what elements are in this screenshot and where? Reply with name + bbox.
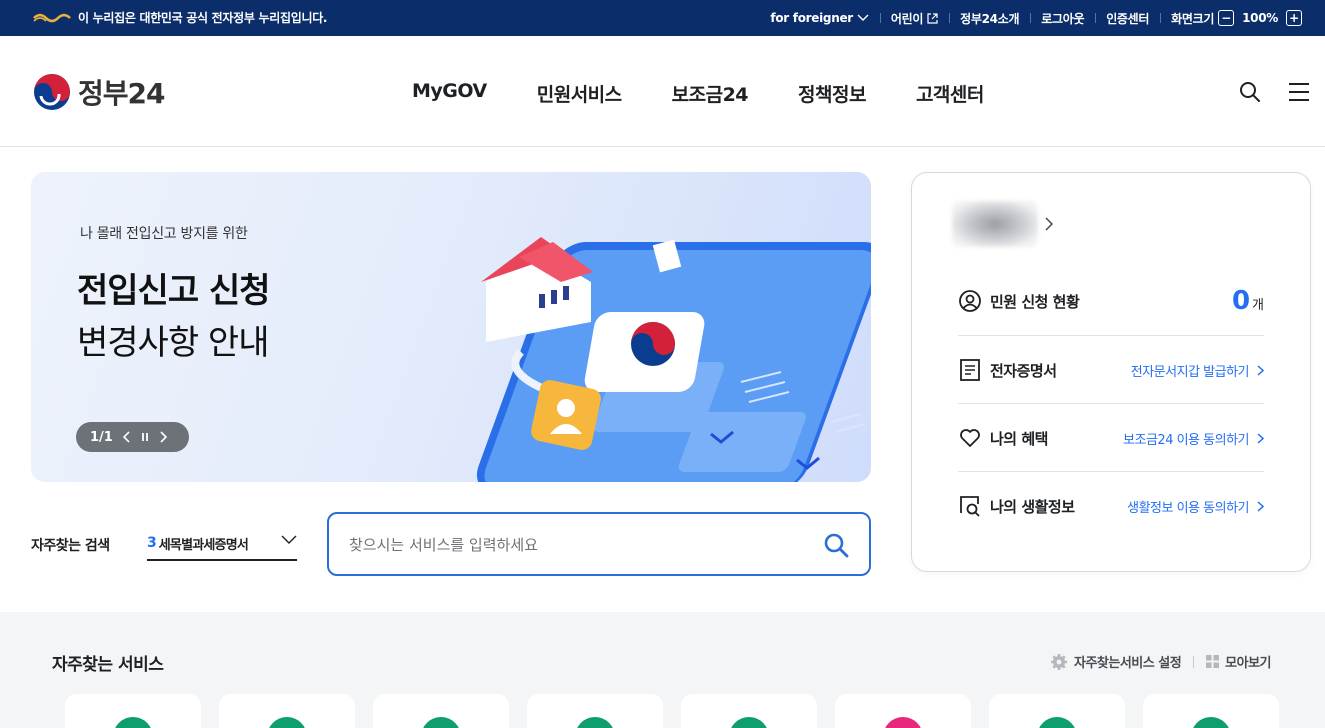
my-benefits-label: 나의 혜택: [990, 429, 1048, 448]
prev-slide-button[interactable]: [122, 431, 131, 443]
next-slide-button[interactable]: [159, 431, 167, 443]
hero-pager-count: 1/1: [90, 429, 113, 445]
chevron-right-icon: [1257, 364, 1264, 376]
service-icon: [883, 717, 923, 728]
menu-icon[interactable]: [1287, 80, 1311, 104]
service-tile[interactable]: [681, 694, 817, 728]
for-foreigner-link[interactable]: for foreigner: [759, 11, 880, 25]
service-tile[interactable]: [527, 694, 663, 728]
cert-center-link[interactable]: 인증센터: [1095, 10, 1160, 27]
search-document-icon: [960, 496, 980, 517]
about-link[interactable]: 정부24소개: [949, 10, 1030, 27]
chevron-left-icon: [122, 431, 130, 443]
grid-icon: [1206, 655, 1220, 668]
service-search-input[interactable]: [349, 532, 809, 558]
heart-icon: [960, 429, 980, 447]
zoom-out-button[interactable]: −: [1218, 10, 1235, 26]
service-tile[interactable]: [835, 694, 971, 728]
search-submit-icon[interactable]: [823, 532, 849, 558]
gear-icon: [1050, 653, 1067, 670]
hero-banner[interactable]: 나 몰래 전입신고 방지를 위한 전입신고 신청 변경사항 안내 1/1: [31, 172, 871, 482]
utility-links: for foreigner 어린이 정부24소개 로그아웃 인증센터 화면크기 …: [759, 0, 1313, 36]
taegeuk-logo-icon: [34, 74, 70, 110]
nav-policy-info[interactable]: 정책정보: [798, 80, 866, 107]
hero-pager: 1/1: [76, 422, 189, 452]
frequent-services-title: 자주찾는 서비스: [52, 655, 164, 675]
service-icon: [421, 717, 461, 728]
user-name-link[interactable]: [952, 201, 1054, 247]
chevron-right-icon: [160, 431, 167, 443]
pause-icon: [141, 433, 148, 441]
service-tile[interactable]: [65, 694, 201, 728]
frequent-search-label: 자주찾는 검색: [31, 538, 110, 554]
chevron-right-icon: [1045, 217, 1054, 231]
service-tile[interactable]: [1143, 694, 1279, 728]
subsidy-consent-link[interactable]: 보조금24 이용 동의하기: [1123, 429, 1264, 448]
user-circle-icon: [959, 290, 981, 312]
user-name-masked: [952, 201, 1038, 247]
life-info-row: 나의 생활정보 생활정보 이용 동의하기: [958, 472, 1264, 540]
service-icon: [575, 717, 615, 728]
e-wallet-issue-link[interactable]: 전자문서지갑 발급하기: [1131, 361, 1264, 380]
life-info-label: 나의 생활정보: [990, 497, 1075, 516]
chevron-right-icon: [1257, 500, 1264, 512]
nav-civil-service[interactable]: 민원서비스: [537, 80, 622, 107]
service-tile[interactable]: [373, 694, 509, 728]
service-icon: [1037, 717, 1077, 728]
e-certificate-label: 전자증명서: [990, 361, 1057, 380]
my-benefits-row: 나의 혜택 보조금24 이용 동의하기: [958, 404, 1264, 472]
main-nav: MyGOV 민원서비스 보조금24 정책정보 고객센터: [412, 80, 984, 107]
service-icon: [113, 717, 153, 728]
application-count[interactable]: 0 개: [1232, 286, 1264, 316]
home-logo[interactable]: 정부24: [32, 72, 165, 112]
chevron-down-icon: [857, 14, 869, 21]
service-icon: [1191, 717, 1231, 728]
gov-notice-text: 이 누리집은 대한민국 공식 전자정부 누리집입니다.: [78, 11, 328, 25]
kids-link[interactable]: 어린이: [879, 10, 949, 27]
e-certificate-row: 전자증명서 전자문서지갑 발급하기: [958, 336, 1264, 404]
application-count-value: 0: [1231, 286, 1251, 316]
service-icon: [267, 717, 307, 728]
hero-illustration: [476, 237, 871, 482]
service-tiles: [65, 694, 1279, 728]
application-status-row[interactable]: 민원 신청 현황 0 개: [958, 267, 1264, 335]
application-count-unit: 개: [1252, 298, 1264, 313]
frequent-search-select[interactable]: 3 세목별과세증명서: [147, 527, 297, 561]
hero-title-line2: 변경사항 안내: [77, 323, 269, 363]
logo-text: 정부24: [78, 77, 165, 110]
hero-title-line1: 전입신고 신청: [77, 271, 271, 311]
frequent-services-actions: 자주찾는서비스 설정 모아보기: [1050, 652, 1271, 671]
search-icon[interactable]: [1238, 80, 1262, 104]
zoom-in-button[interactable]: +: [1286, 10, 1302, 26]
services-settings-button[interactable]: 자주찾는서비스 설정: [1050, 652, 1182, 671]
nav-mygov[interactable]: MyGOV: [412, 80, 487, 107]
zoom-control: 화면크기 − 100% +: [1160, 10, 1313, 27]
service-search-box: [327, 512, 871, 576]
gov-emblem-icon: [33, 13, 71, 23]
nav-subsidy24[interactable]: 보조금24: [672, 80, 749, 107]
chevron-right-icon: [1257, 432, 1264, 444]
frequent-search-value: 세목별과세증명서: [158, 537, 249, 553]
application-status-label: 민원 신청 현황: [990, 292, 1080, 311]
site-header: 정부24 MyGOV 민원서비스 보조금24 정책정보 고객센터: [0, 36, 1325, 147]
frequent-services-section: 자주찾는 서비스 자주찾는서비스 설정 모아보기: [0, 612, 1325, 728]
pause-slide-button[interactable]: [141, 432, 149, 442]
chevron-down-icon: [281, 535, 297, 544]
service-tile[interactable]: [219, 694, 355, 728]
external-link-icon: [927, 12, 938, 24]
divider: [1193, 655, 1195, 668]
gov-official-banner: 이 누리집은 대한민국 공식 전자정부 누리집입니다. for foreigne…: [0, 0, 1325, 36]
view-all-button[interactable]: 모아보기: [1206, 652, 1271, 671]
hero-subtitle: 나 몰래 전입신고 방지를 위한: [80, 226, 248, 242]
frequent-search-rank: 3: [147, 535, 157, 551]
service-icon: [729, 717, 769, 728]
nav-customer-center[interactable]: 고객센터: [916, 80, 984, 107]
logout-link[interactable]: 로그아웃: [1030, 10, 1095, 27]
service-tile[interactable]: [989, 694, 1125, 728]
zoom-value: 100%: [1242, 11, 1278, 25]
my-profile-card: 민원 신청 현황 0 개 전자증명서 전자문서지갑 발급하기 나의 혜택 보조금…: [911, 172, 1311, 572]
life-info-consent-link[interactable]: 생활정보 이용 동의하기: [1127, 497, 1264, 516]
document-icon: [960, 359, 980, 381]
zoom-label: 화면크기: [1171, 11, 1215, 26]
